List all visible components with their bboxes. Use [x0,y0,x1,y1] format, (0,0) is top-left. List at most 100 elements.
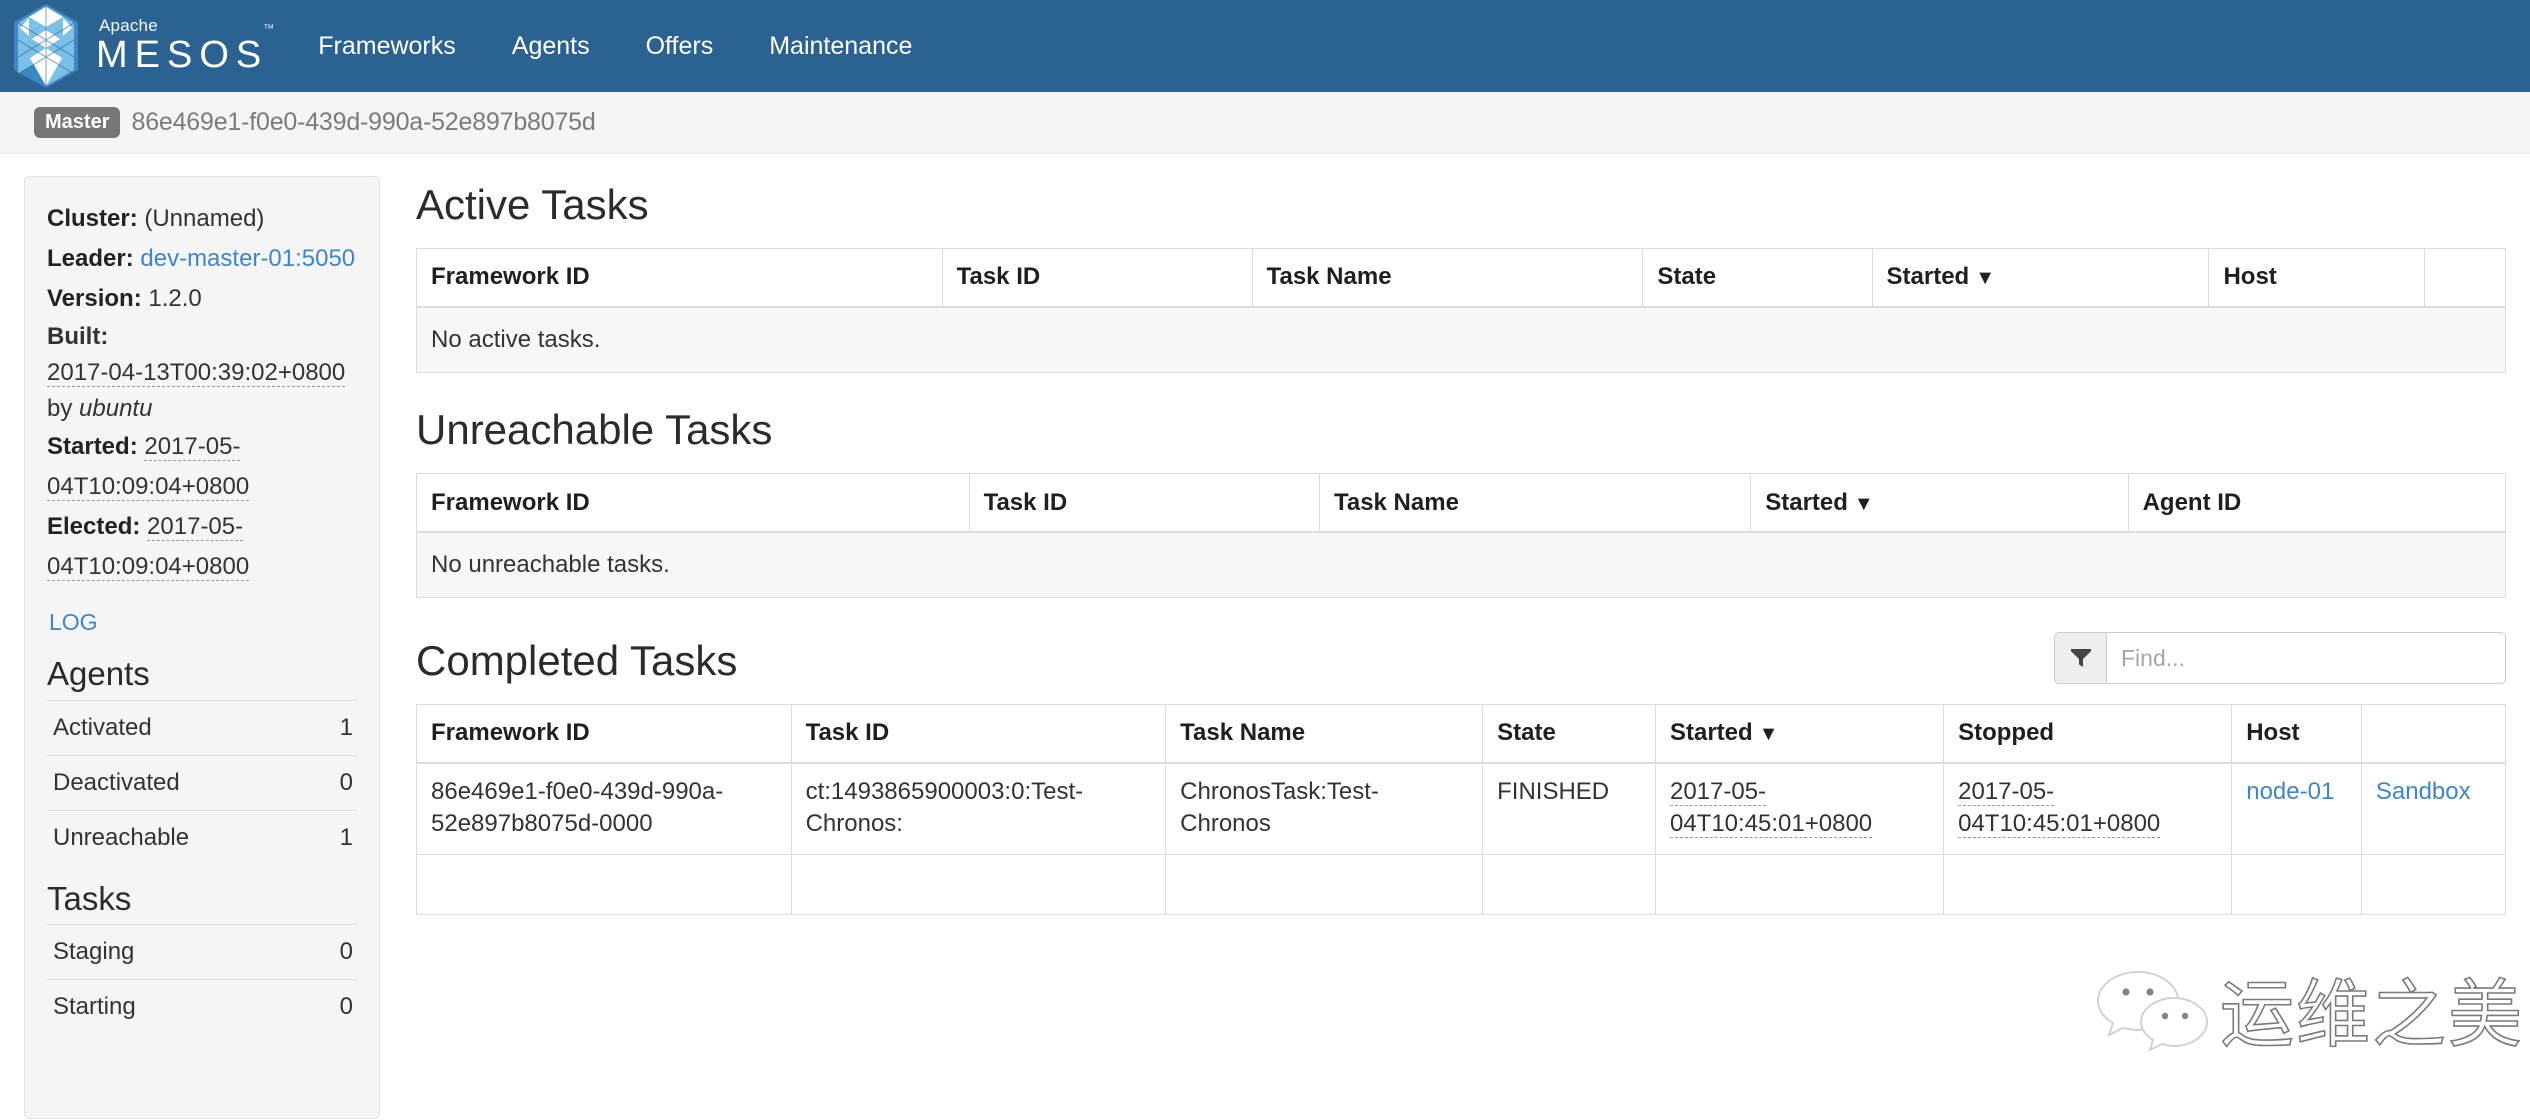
unreachable-tasks-empty-message: No unreachable tasks. [416,531,2506,598]
agents-unreachable-value: 1 [339,823,353,851]
nav-item-frameworks[interactable]: Frameworks [290,0,484,92]
agents-unreachable-label: Unreachable [53,823,190,851]
stopped-timestamp[interactable]: 2017-05-04T10:45:01+0800 [1958,777,2161,839]
master-id-value: 86e469e1-f0e0-439d-990a-52e897b8075d [131,108,596,136]
table-row: Unreachable 1 [47,810,357,865]
col-started-label: Started [1765,488,1848,516]
main-content: Active Tasks Framework ID Task ID Task N… [416,176,2506,1119]
completed-tasks-find-group [2054,632,2506,685]
master-id-bar: Master 86e469e1-f0e0-439d-990a-52e897b80… [0,92,2530,154]
brand-apache-label: Apache [99,16,158,35]
cell-task-id: ct:1493865900003:0:Test-Chronos: [791,762,1167,855]
col-state[interactable]: State [1642,248,1873,308]
col-agent-id[interactable]: Agent ID [2128,473,2506,533]
tasks-staging-label: Staging [53,938,135,966]
tasks-starting-value: 0 [339,993,353,1021]
brand-home-link[interactable]: Apache MESOS ™ [10,0,290,92]
tasks-heading: Tasks [47,879,132,917]
nav-item-maintenance[interactable]: Maintenance [741,0,940,92]
table-row: Deactivated 0 [47,755,357,810]
built-by-user: ubuntu [79,395,153,422]
empty-state-row: No unreachable tasks. [416,531,2506,598]
started-label: Started: [47,433,138,460]
agents-deactivated-label: Deactivated [53,768,180,796]
filter-funnel-icon[interactable] [2054,632,2106,685]
empty-state-row: No active tasks. [416,306,2506,373]
col-task-id[interactable]: Task ID [791,704,1167,764]
brand-mesos-label: MESOS [96,34,269,76]
col-started[interactable]: Started ▼ [1872,248,2210,308]
table-row[interactable]: 86e469e1-f0e0-439d-990a-52e897b8075d-000… [416,762,2506,855]
log-link[interactable]: LOG [49,609,98,636]
col-task-id[interactable]: Task ID [969,473,1320,533]
agents-deactivated-value: 0 [339,768,353,796]
completed-tasks-title: Completed Tasks [416,636,738,684]
cluster-label: Cluster: [47,205,138,232]
elected-label: Elected: [47,513,141,540]
table-row[interactable] [416,854,2506,915]
sort-desc-caret-icon: ▼ [1853,492,1874,515]
completed-tasks-section: Completed Tasks Find... Framework ID Tas… [416,632,2506,915]
col-started[interactable]: Started ▼ [1750,473,2129,533]
built-row: Built: 2017-04-13T00:39:02+0800 by ubunt… [47,319,357,427]
host-link[interactable]: node-01 [2246,778,2334,805]
completed-tasks-find-input[interactable] [2106,632,2506,685]
col-task-name[interactable]: Task Name [1252,248,1644,308]
col-task-name[interactable]: Task Name [1319,473,1752,533]
col-task-name[interactable]: Task Name [1165,704,1484,764]
mesos-hex-logo-icon [14,4,78,88]
table-header-row: Framework ID Task ID Task Name Started ▼ … [416,473,2506,533]
active-tasks-section: Active Tasks Framework ID Task ID Task N… [416,181,2506,374]
elected-row: Elected: 2017-05-04T10:09:04+0800 [47,507,357,587]
cell-started: 2017-05-04T10:45:01+0800 [1655,762,1945,855]
col-started-label: Started [1669,719,1753,747]
page-body: Cluster: (Unnamed) Leader: dev-master-01… [0,154,2530,1119]
agents-stats-table: Activated 1 Deactivated 0 Unreachable 1 [47,700,357,865]
active-tasks-empty-message: No active tasks. [416,306,2506,373]
table-row: Starting 0 [47,979,357,1035]
col-started[interactable]: Started ▼ [1655,704,1945,764]
sandbox-link[interactable]: Sandbox [2376,778,2471,805]
sort-desc-caret-icon: ▼ [1975,267,1996,290]
cell-sandbox: Sandbox [2361,762,2506,855]
col-framework-id[interactable]: Framework ID [416,248,943,308]
active-tasks-title: Active Tasks [416,181,649,228]
col-actions [2361,704,2506,764]
col-started-label: Started [1886,263,1970,291]
table-header-row: Framework ID Task ID Task Name State Sta… [416,248,2506,308]
unreachable-tasks-title: Unreachable Tasks [416,406,773,454]
col-host[interactable]: Host [2231,704,2362,764]
cluster-row: Cluster: (Unnamed) [47,199,357,239]
started-row: Started: 2017-05-04T10:09:04+0800 [47,427,357,507]
agents-heading: Agents [47,655,150,692]
nav-item-offers[interactable]: Offers [618,0,742,92]
built-timestamp[interactable]: 2017-04-13T00:39:02+0800 [47,359,346,387]
col-framework-id[interactable]: Framework ID [416,473,970,533]
cell-task-name: ChronosTask:Test-Chronos [1165,762,1484,855]
agents-activated-label: Activated [53,713,152,741]
table-header-row: Framework ID Task ID Task Name State Sta… [416,704,2506,764]
started-timestamp[interactable]: 2017-05-04T10:45:01+0800 [1669,777,1873,839]
leader-row: Leader: dev-master-01:5050 [47,239,357,279]
sort-desc-caret-icon: ▼ [1758,723,1779,746]
leader-link[interactable]: dev-master-01:5050 [140,245,355,272]
main-nav: Frameworks Agents Offers Maintenance [290,0,940,92]
brand-trademark-label: ™ [263,23,275,35]
col-stopped[interactable]: Stopped [1943,704,2233,764]
table-row: Staging 0 [47,924,357,980]
col-host[interactable]: Host [2208,248,2426,308]
cell-stopped: 2017-05-04T10:45:01+0800 [1943,762,2233,855]
table-row: Activated 1 [47,700,357,755]
agents-activated-value: 1 [339,713,353,741]
col-state[interactable]: State [1482,704,1656,764]
active-tasks-table: Framework ID Task ID Task Name State Sta… [416,248,2506,374]
leader-label: Leader: [47,245,134,272]
col-task-id[interactable]: Task ID [942,248,1253,308]
unreachable-tasks-section: Unreachable Tasks Framework ID Task ID T… [416,406,2506,599]
col-actions [2424,248,2506,308]
col-framework-id[interactable]: Framework ID [416,704,792,764]
built-label: Built: [47,323,109,350]
version-value: 1.2.0 [148,285,202,312]
unreachable-tasks-table: Framework ID Task ID Task Name Started ▼ … [416,473,2506,599]
nav-item-agents[interactable]: Agents [484,0,618,92]
